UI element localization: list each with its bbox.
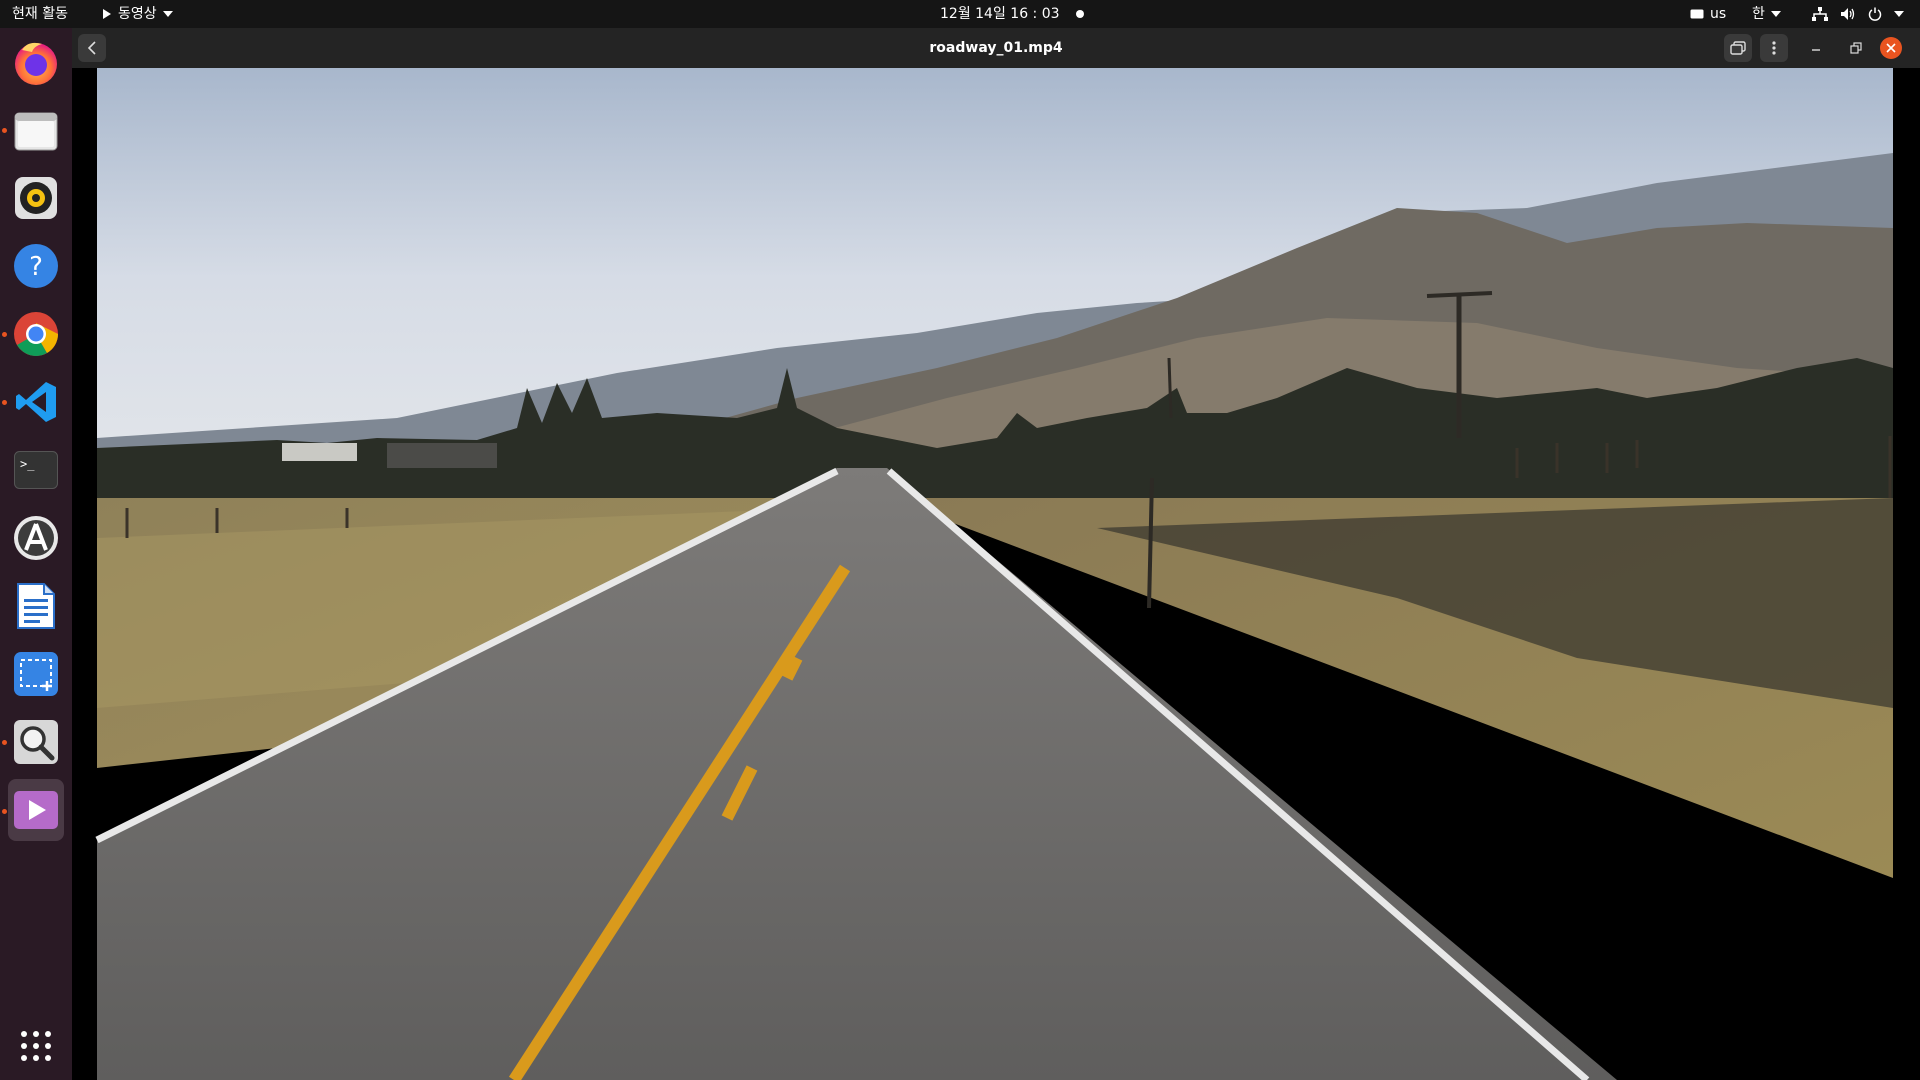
software-icon bbox=[14, 516, 58, 560]
writer-icon bbox=[17, 583, 55, 629]
running-indicator bbox=[2, 740, 7, 745]
svg-text:?: ? bbox=[29, 252, 43, 282]
close-button[interactable] bbox=[1880, 37, 1902, 59]
window-header: roadway_01.mp4 bbox=[72, 28, 1920, 68]
screenshot-icon bbox=[14, 652, 58, 696]
video-canvas[interactable] bbox=[72, 68, 1920, 1080]
app-menu-button[interactable]: 동영상 bbox=[102, 0, 173, 28]
chevron-down-icon bbox=[162, 11, 173, 17]
video-frame bbox=[72, 68, 1920, 1080]
files-icon bbox=[14, 112, 58, 151]
dock-item-chrome[interactable] bbox=[8, 306, 64, 362]
kebab-menu-icon bbox=[1772, 41, 1776, 55]
dock-item-software[interactable] bbox=[8, 510, 64, 566]
app-menu-label: 동영상 bbox=[118, 6, 157, 22]
running-indicator bbox=[2, 400, 7, 405]
top-bar: 현재 활동 동영상 12월 14일 16 : 03 us 한 bbox=[0, 0, 1920, 28]
show-apps-button[interactable] bbox=[8, 1018, 64, 1074]
chrome-icon bbox=[14, 312, 58, 356]
dock-item-files[interactable] bbox=[8, 102, 64, 158]
dock-item-terminal[interactable]: >_ bbox=[8, 442, 64, 498]
fullscreen-icon bbox=[1730, 41, 1746, 55]
dock-item-search[interactable] bbox=[8, 714, 64, 770]
restore-icon bbox=[1850, 42, 1862, 54]
dock-item-firefox[interactable] bbox=[8, 34, 64, 90]
activities-label: 현재 활동 bbox=[12, 6, 68, 22]
play-icon bbox=[103, 9, 111, 19]
keyboard-icon bbox=[1690, 9, 1704, 19]
maximize-button[interactable] bbox=[1842, 34, 1870, 62]
activities-button[interactable]: 현재 활동 bbox=[12, 0, 68, 28]
minimize-button[interactable] bbox=[1802, 34, 1830, 62]
input-method-label: 한 bbox=[1752, 6, 1765, 22]
dock-item-rhythmbox[interactable] bbox=[8, 170, 64, 226]
chevron-down-icon bbox=[1770, 11, 1781, 17]
clock-button[interactable]: 12월 14일 16 : 03 bbox=[940, 0, 1084, 28]
terminal-icon: >_ bbox=[14, 451, 58, 489]
dock-item-writer[interactable] bbox=[8, 578, 64, 634]
window-title: roadway_01.mp4 bbox=[929, 40, 1063, 56]
power-icon bbox=[1868, 7, 1882, 21]
svg-text:>_: >_ bbox=[20, 457, 35, 471]
firefox-icon bbox=[15, 42, 57, 85]
search-icon bbox=[14, 720, 58, 764]
vscode-icon bbox=[16, 382, 56, 422]
app-grid-icon bbox=[21, 1031, 51, 1061]
rhythmbox-icon bbox=[15, 177, 57, 219]
dock-item-vscode[interactable] bbox=[8, 374, 64, 430]
running-indicator bbox=[2, 809, 7, 814]
help-icon: ? bbox=[14, 244, 58, 288]
notification-dot-icon bbox=[1075, 10, 1084, 18]
volume-icon bbox=[1841, 8, 1855, 20]
chevron-down-icon bbox=[1894, 11, 1904, 17]
input-method-button[interactable]: 한 bbox=[1752, 0, 1781, 28]
dock-item-help[interactable]: ? bbox=[8, 238, 64, 294]
keyboard-layout-label: us bbox=[1710, 6, 1727, 22]
running-indicator bbox=[2, 332, 7, 337]
videos-icon bbox=[14, 791, 58, 829]
dock-item-screenshot[interactable] bbox=[8, 646, 64, 702]
dock: ? >_ bbox=[0, 28, 72, 1080]
fullscreen-button[interactable] bbox=[1724, 34, 1752, 62]
minimize-icon bbox=[1812, 49, 1820, 51]
keyboard-layout-button[interactable]: us bbox=[1690, 0, 1726, 28]
system-menu-button[interactable] bbox=[1812, 0, 1904, 28]
close-icon bbox=[1886, 43, 1896, 53]
running-indicator bbox=[2, 128, 7, 133]
dock-item-videos[interactable] bbox=[8, 779, 64, 841]
menu-button[interactable] bbox=[1760, 34, 1788, 62]
network-icon bbox=[1812, 7, 1828, 21]
clock-label: 12월 14일 16 : 03 bbox=[940, 6, 1060, 22]
